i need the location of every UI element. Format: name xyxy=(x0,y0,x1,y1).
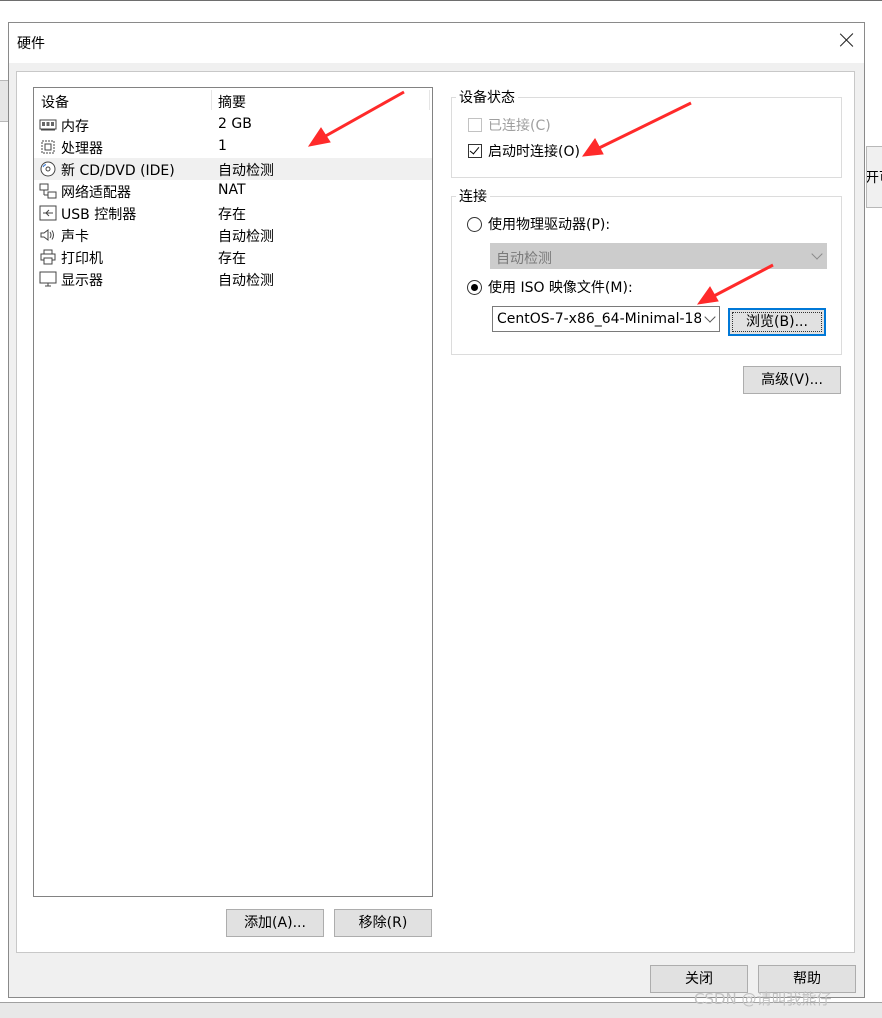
cd-icon xyxy=(40,161,56,177)
item-summary: 存在 xyxy=(218,207,246,223)
column-header-summary[interactable]: 摘要 xyxy=(218,92,246,112)
list-header: 设备 摘要 xyxy=(34,88,432,112)
list-item-usb-controller[interactable]: USB 控制器 存在 xyxy=(34,202,432,224)
list-item-display[interactable]: 显示器 自动检测 xyxy=(34,268,432,290)
background-window-text: 开可 xyxy=(866,170,882,186)
close-icon[interactable] xyxy=(835,29,859,53)
list-item-printer[interactable]: 打印机 存在 xyxy=(34,246,432,268)
watermark: CSDN @请叫我熊仔 xyxy=(694,990,832,1008)
connect-at-power-on-checkbox[interactable] xyxy=(468,144,482,158)
list-item-cd-dvd[interactable]: 新 CD/DVD (IDE) 自动检测 xyxy=(34,158,432,180)
column-header-device[interactable]: 设备 xyxy=(41,92,69,112)
item-name: USB 控制器 xyxy=(61,207,137,223)
remove-device-button[interactable]: 移除(R) xyxy=(334,909,432,937)
item-name: 处理器 xyxy=(61,141,103,157)
item-name: 声卡 xyxy=(61,229,89,245)
dialog-title: 硬件 xyxy=(17,36,45,52)
list-item-network-adapter[interactable]: 网络适配器 NAT xyxy=(34,180,432,202)
item-name: 打印机 xyxy=(61,251,103,267)
device-list[interactable]: 设备 摘要 内存 2 GB 处理器 1 新 CD/DVD (IDE) 自动检测 … xyxy=(33,87,433,897)
iso-image-radio[interactable] xyxy=(467,280,482,295)
physical-drive-radio[interactable] xyxy=(467,217,482,232)
hardware-dialog: 硬件 设备 摘要 内存 2 GB 处理器 1 新 CD/DVD (IDE) 自动… xyxy=(8,22,865,998)
cpu-icon xyxy=(41,140,55,154)
list-item-sound-card[interactable]: 声卡 自动检测 xyxy=(34,224,432,246)
item-summary: 自动检测 xyxy=(218,273,274,289)
network-icon xyxy=(39,183,57,199)
printer-icon xyxy=(40,249,56,265)
browse-button[interactable]: 浏览(B)... xyxy=(728,308,826,336)
memory-icon xyxy=(39,119,57,131)
physical-drive-value: 自动检测 xyxy=(496,251,552,267)
item-name: 显示器 xyxy=(61,273,103,289)
list-item-processor[interactable]: 处理器 1 xyxy=(34,136,432,158)
speaker-icon xyxy=(40,229,54,241)
connected-checkbox[interactable] xyxy=(468,118,482,132)
item-summary: 1 xyxy=(218,138,227,154)
physical-drive-label: 使用物理驱动器(P): xyxy=(488,217,611,233)
background-window-button: 开可 xyxy=(866,146,882,208)
usb-icon xyxy=(39,205,57,221)
chevron-down-icon xyxy=(704,311,716,323)
item-summary: 自动检测 xyxy=(218,163,274,179)
item-summary: 自动检测 xyxy=(218,229,274,245)
connection-title: 连接 xyxy=(456,186,490,206)
item-summary: NAT xyxy=(218,182,246,198)
dialog-titlebar: 硬件 xyxy=(9,23,864,63)
device-status-title: 设备状态 xyxy=(456,87,518,107)
device-status-group: 设备状态 已连接(C) 启动时连接(O) xyxy=(451,87,842,178)
connection-group: 连接 使用物理驱动器(P): 自动检测 使用 ISO 映像文件(M): Cent… xyxy=(451,186,842,355)
iso-path-value: CentOS-7-x86_64-Minimal-1804 xyxy=(497,311,720,327)
monitor-icon xyxy=(39,271,57,287)
combo-dropdown-area[interactable] xyxy=(701,307,719,331)
connected-label: 已连接(C) xyxy=(488,118,551,134)
connect-at-power-on-label: 启动时连接(O) xyxy=(488,144,580,160)
list-item-memory[interactable]: 内存 2 GB xyxy=(34,114,432,136)
add-device-button[interactable]: 添加(A)... xyxy=(226,909,324,937)
chevron-down-icon xyxy=(811,248,823,260)
screen: 开可 硬件 设备 摘要 内存 2 GB xyxy=(0,0,882,1018)
column-separator[interactable] xyxy=(211,90,212,110)
item-name: 网络适配器 xyxy=(61,185,131,201)
item-summary: 2 GB xyxy=(218,116,252,132)
item-name: 新 CD/DVD (IDE) xyxy=(61,163,175,179)
item-summary: 存在 xyxy=(218,251,246,267)
content-panel: 设备 摘要 内存 2 GB 处理器 1 新 CD/DVD (IDE) 自动检测 … xyxy=(16,71,855,953)
column-separator[interactable] xyxy=(429,90,430,110)
advanced-button[interactable]: 高级(V)... xyxy=(743,366,841,394)
background-window-strip xyxy=(0,80,8,122)
iso-path-combo[interactable]: CentOS-7-x86_64-Minimal-1804 xyxy=(492,306,720,332)
item-name: 内存 xyxy=(61,119,89,135)
iso-image-label: 使用 ISO 映像文件(M): xyxy=(488,280,633,296)
physical-drive-select[interactable]: 自动检测 xyxy=(490,243,827,269)
background-window-edge xyxy=(0,0,882,1)
